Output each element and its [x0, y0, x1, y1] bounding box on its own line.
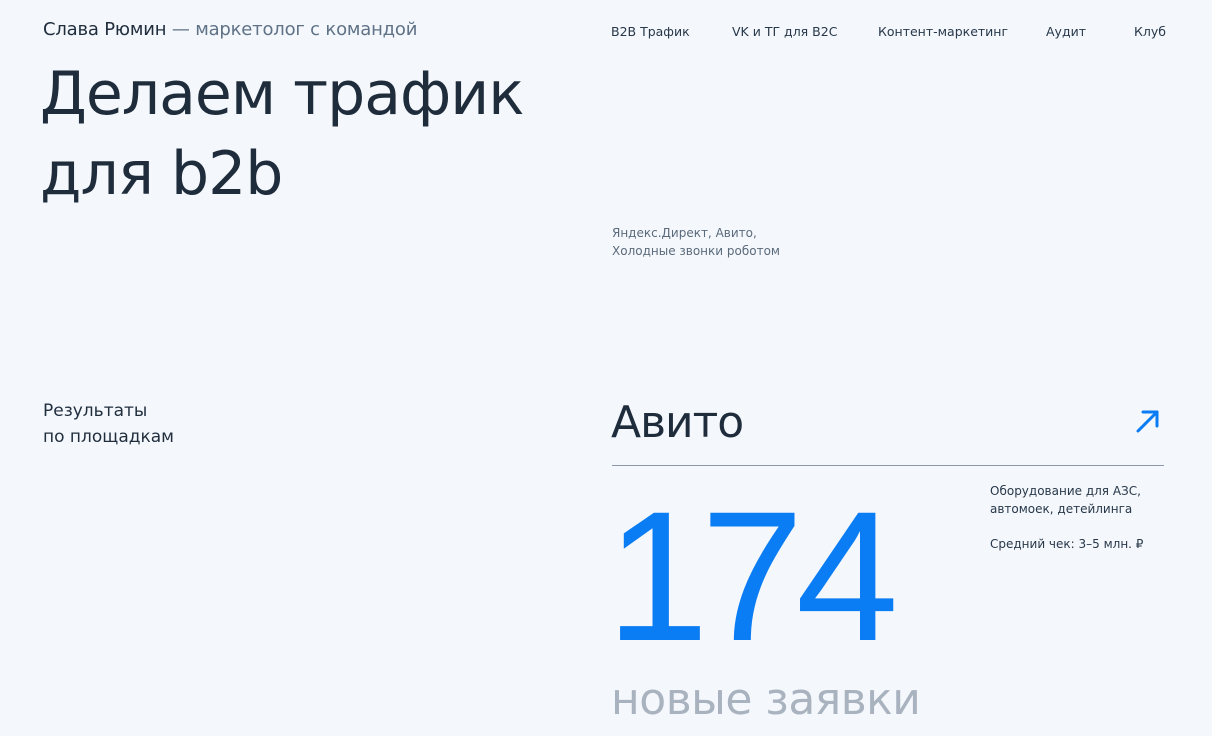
- results-label-line-1: Результаты: [43, 401, 148, 421]
- result-value: 174: [606, 474, 899, 680]
- results-section-label: Результаты по площадкам: [43, 398, 174, 450]
- section-divider: [612, 465, 1164, 466]
- channels-line-1: Яндекс.Директ, Авито,: [612, 226, 757, 240]
- hero-heading-line-1: Делаем трафик: [40, 59, 524, 129]
- hero-heading: Делаем трафик для b2b: [40, 54, 524, 214]
- nav-item-b2b-traffic[interactable]: B2B Трафик: [611, 24, 690, 40]
- top-nav: B2B Трафик VK и ТГ для B2C Контент-марке…: [611, 24, 1166, 40]
- nav-item-club[interactable]: Клуб: [1134, 24, 1166, 40]
- channels-list: Яндекс.Директ, Авито, Холодные звонки ро…: [612, 224, 780, 260]
- result-description-line-2: автомоек, детейлинга: [990, 502, 1133, 516]
- brand: Слава Рюмин — маркетолог с командой: [43, 19, 417, 41]
- nav-item-content-marketing[interactable]: Контент-маркетинг: [878, 24, 1008, 40]
- result-description: Оборудование для АЗС, автомоек, детейлин…: [990, 482, 1141, 518]
- results-label-line-2: по площадкам: [43, 427, 174, 447]
- platform-title: Авито: [611, 397, 744, 448]
- channels-line-2: Холодные звонки роботом: [612, 244, 780, 258]
- brand-role: маркетолог с командой: [195, 19, 418, 40]
- result-description-line-1: Оборудование для АЗС,: [990, 484, 1141, 498]
- brand-name: Слава Рюмин: [43, 19, 167, 40]
- brand-separator: —: [171, 19, 190, 40]
- average-check: Средний чек: 3–5 млн. ₽: [990, 537, 1144, 551]
- nav-item-audit[interactable]: Аудит: [1046, 24, 1086, 40]
- nav-item-vk-tg-b2c[interactable]: VK и ТГ для B2C: [732, 24, 837, 40]
- hero-heading-line-2: для b2b: [40, 139, 283, 209]
- result-metric-label: новые заявки: [611, 674, 921, 725]
- arrow-up-right-icon[interactable]: [1132, 406, 1162, 436]
